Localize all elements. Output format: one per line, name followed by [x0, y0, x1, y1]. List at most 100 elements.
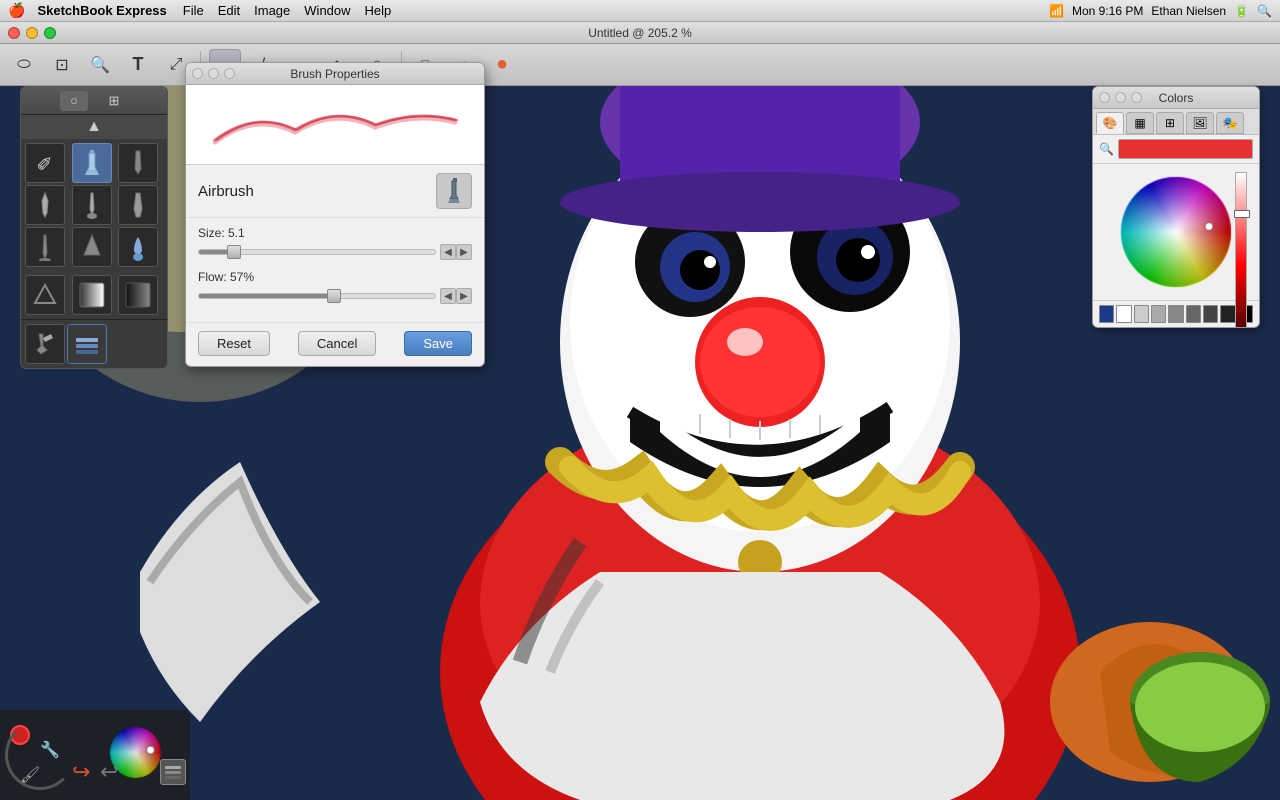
ink-pen-tool[interactable] [25, 185, 65, 225]
colors-titlebar: Colors [1093, 87, 1259, 109]
colors-tab-swatches[interactable]: ▦ [1126, 112, 1154, 134]
gradient-tool[interactable] [72, 275, 112, 315]
swatch-0[interactable] [1099, 305, 1114, 323]
arc-tool-icon[interactable]: 🔧 [40, 740, 60, 760]
swatch-2[interactable] [1134, 305, 1149, 323]
marker-tool[interactable] [118, 143, 158, 183]
round-brush-tool[interactable] [72, 185, 112, 225]
flow-slider-arrows: ◀ ▶ [440, 288, 472, 304]
canvas-area: Untitled @ 205.2 % ⬭ ⊡ 🔍 T ⤢ 〜 / ▭ ∿ ○ ⧉… [0, 22, 1280, 800]
color-wheel-button[interactable]: ● [486, 49, 518, 81]
text-tool-button[interactable]: T [122, 49, 154, 81]
brush-name-label: Airbrush [198, 183, 254, 200]
colors-close-button[interactable] [1099, 92, 1110, 103]
colors-tab-image[interactable]: 🖼 [1186, 112, 1214, 134]
flow-decrease-button[interactable]: ◀ [440, 288, 456, 304]
colors-search-row: 🔍 [1093, 135, 1259, 164]
undo-button[interactable]: ↩ [72, 759, 90, 785]
layers-button[interactable] [160, 759, 186, 785]
panel-header: ○ ⊞ [21, 87, 167, 115]
brush-dialog-buttons: Reset Cancel Save [186, 322, 484, 366]
size-slider-thumb[interactable] [227, 245, 241, 259]
tools-grid: ✏ [21, 139, 167, 271]
smear-tool[interactable] [25, 227, 65, 267]
redo-button[interactable]: ↩ [100, 759, 118, 785]
flow-control-row: Flow: 57% ◀ ▶ [198, 270, 472, 304]
dark-gradient-tool[interactable] [118, 275, 158, 315]
swatch-7[interactable] [1220, 305, 1235, 323]
panel-tab-circle[interactable]: ○ [60, 91, 88, 111]
size-control-row: Size: 5.1 ◀ ▶ [198, 226, 472, 260]
save-button[interactable]: Save [404, 331, 472, 356]
menu-edit[interactable]: Edit [218, 3, 240, 18]
size-increase-button[interactable]: ▶ [456, 244, 472, 260]
window-minimize-button[interactable] [26, 27, 38, 39]
triangle-shape-tool[interactable] [25, 275, 65, 315]
colors-tab-wheel[interactable]: 🎨 [1096, 112, 1124, 134]
flow-label: Flow: 57% [198, 270, 472, 284]
size-slider-arrows: ◀ ▶ [440, 244, 472, 260]
panel-collapse-button[interactable]: ▲ [86, 118, 102, 136]
crop-tool-button[interactable]: ⊡ [46, 49, 78, 81]
dropper-tool[interactable] [118, 227, 158, 267]
swatch-3[interactable] [1151, 305, 1166, 323]
panel-tab-grid[interactable]: ⊞ [100, 91, 128, 111]
color-wheel[interactable] [1116, 172, 1236, 292]
brush-dialog-title: Brush Properties [290, 67, 379, 81]
brush-dialog-maximize[interactable] [224, 68, 235, 79]
calligraphy-tool[interactable] [118, 185, 158, 225]
colors-minimize-button[interactable] [1115, 92, 1126, 103]
colors-tab-grid[interactable]: ⊞ [1156, 112, 1184, 134]
swatch-1[interactable] [1116, 305, 1131, 323]
user-name: Ethan Nielsen [1151, 4, 1226, 18]
brush-dialog-close[interactable] [192, 68, 203, 79]
brush-stroke-preview [186, 85, 484, 165]
menu-window[interactable]: Window [304, 3, 350, 18]
blend-tool[interactable] [72, 227, 112, 267]
window-title: Untitled @ 205.2 % [588, 26, 692, 40]
swatch-5[interactable] [1186, 305, 1201, 323]
flow-increase-button[interactable]: ▶ [456, 288, 472, 304]
color-value-thumb[interactable] [1234, 210, 1250, 218]
reset-button[interactable]: Reset [198, 331, 270, 356]
swatch-6[interactable] [1203, 305, 1218, 323]
size-decrease-button[interactable]: ◀ [440, 244, 456, 260]
app-name[interactable]: SketchBook Express [37, 3, 166, 18]
search-icon[interactable]: 🔍 [1257, 4, 1272, 18]
bucket-fill-tool[interactable] [25, 324, 65, 364]
lasso-tool-button[interactable]: ⬭ [8, 49, 40, 81]
bottom-left-toolbar: 🔧 🖌 ↩ ↩ [0, 710, 190, 800]
cancel-button[interactable]: Cancel [298, 331, 376, 356]
panel-bottom-tools [21, 271, 167, 319]
window-close-button[interactable] [8, 27, 20, 39]
colors-search-icon[interactable]: 🔍 [1099, 142, 1114, 156]
colors-maximize-button[interactable] [1131, 92, 1142, 103]
colors-panel: Colors 🎨 ▦ ⊞ 🖼 🎭 🔍 [1092, 86, 1260, 328]
panel-tools-header: ▲ [21, 115, 167, 139]
colors-tab-palette[interactable]: 🎭 [1216, 112, 1244, 134]
brush-icon-button[interactable] [436, 173, 472, 209]
flow-slider-track[interactable] [198, 293, 436, 299]
zoom-tool-button[interactable]: 🔍 [84, 49, 116, 81]
pencil-tool[interactable]: ✏ [25, 143, 65, 183]
flow-slider-thumb[interactable] [327, 289, 341, 303]
menu-bar: 🍎 SketchBook Express File Edit Image Win… [0, 0, 1280, 22]
menu-image[interactable]: Image [254, 3, 290, 18]
layer-panel-tool[interactable] [67, 324, 107, 364]
menu-file[interactable]: File [183, 3, 204, 18]
apple-menu[interactable]: 🍎 [8, 2, 25, 19]
time-display: Mon 9:16 PM [1072, 4, 1143, 18]
size-slider-row: ◀ ▶ [198, 244, 472, 260]
color-value-slider[interactable] [1235, 172, 1247, 328]
swatch-4[interactable] [1168, 305, 1183, 323]
layers-icon [164, 763, 182, 781]
menu-help[interactable]: Help [365, 3, 392, 18]
window-maximize-button[interactable] [44, 27, 56, 39]
current-color-preview[interactable] [1118, 139, 1253, 159]
brush-name-row: Airbrush [186, 165, 484, 218]
paint-tool-icon[interactable]: 🖌 [20, 765, 40, 785]
brush-dialog-minimize[interactable] [208, 68, 219, 79]
airbrush-tool[interactable] [72, 143, 112, 183]
brush-properties-dialog: Brush Properties Airbrush S [185, 62, 485, 367]
size-slider-track[interactable] [198, 249, 436, 255]
